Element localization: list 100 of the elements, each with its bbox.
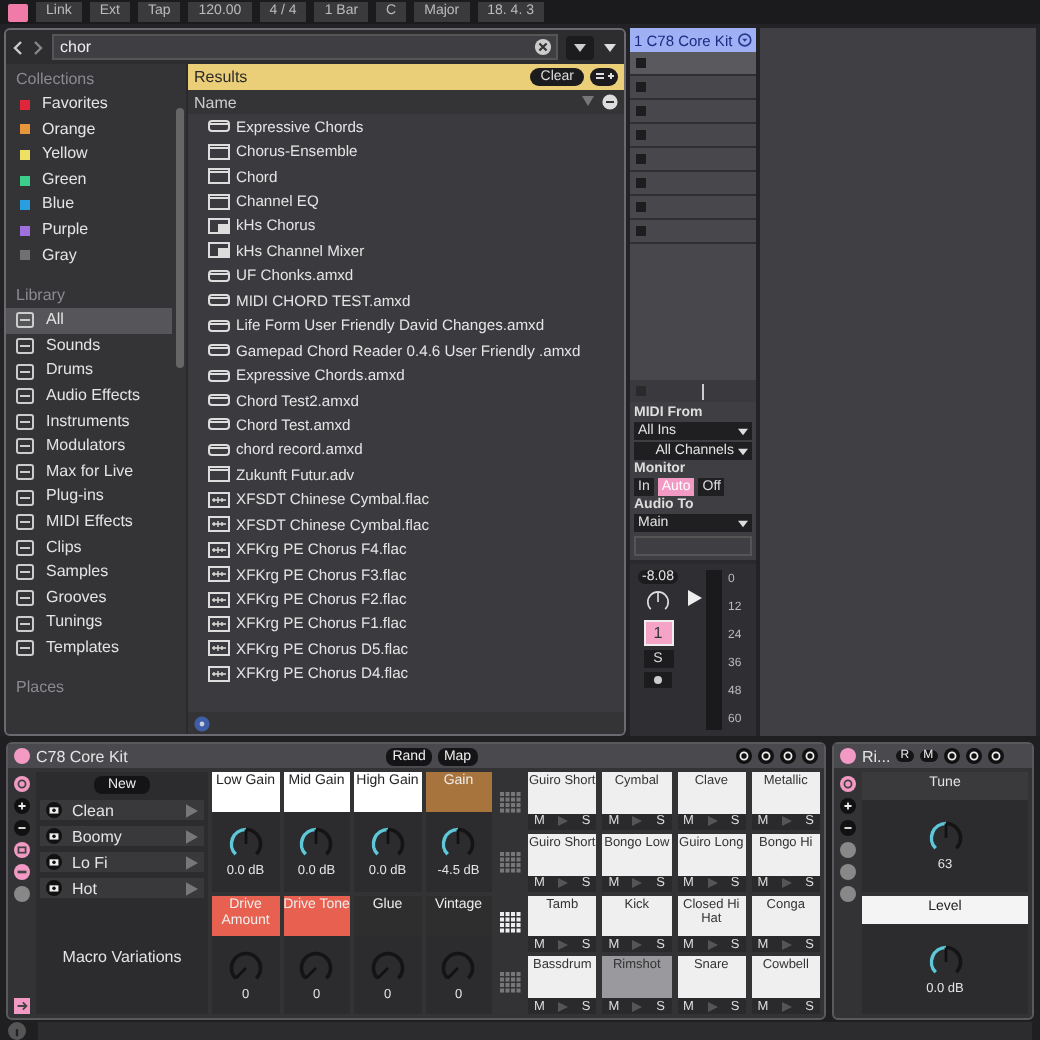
device-icon: [208, 292, 230, 309]
sidebar-item[interactable]: Templates: [6, 635, 172, 661]
clip-slot[interactable]: [630, 100, 756, 124]
sample-icon: [208, 541, 230, 558]
device-power-icon[interactable]: [14, 748, 30, 764]
sidebar-item[interactable]: Purple: [42, 217, 89, 244]
filter-icon[interactable]: [566, 35, 594, 59]
sidebar-item[interactable]: Instruments: [6, 409, 172, 435]
clip-area: [630, 244, 756, 380]
sidebar-item[interactable]: Orange: [42, 117, 96, 143]
sample-icon: [208, 640, 230, 657]
plus-icon[interactable]: [840, 798, 856, 814]
sidebar-item[interactable]: Yellow: [42, 142, 88, 168]
sample-icon: [208, 665, 230, 682]
section-title: Collections: [14, 68, 97, 92]
sample-icon: [208, 516, 230, 533]
window-icon: [208, 143, 230, 160]
category-icon: [16, 539, 34, 556]
plugin-icon: [208, 217, 230, 234]
sidebar-item[interactable]: MIDI Effects: [6, 509, 172, 535]
dropdown-icon[interactable]: [602, 41, 618, 53]
device-title: C78 Core Kit: [36, 747, 128, 765]
category-icon: [16, 438, 34, 455]
camera-icon[interactable]: [46, 854, 62, 870]
category-icon: [16, 464, 34, 481]
caret-icon: [738, 447, 748, 455]
back-icon[interactable]: [12, 39, 24, 55]
category-icon: [16, 413, 34, 430]
camera-icon[interactable]: [46, 828, 62, 844]
minus-icon[interactable]: [840, 820, 856, 836]
clear-search-icon[interactable]: [534, 38, 552, 56]
sidebar-item[interactable]: Sounds: [6, 333, 172, 359]
chain-icon[interactable]: [840, 776, 856, 792]
sidebar-item[interactable]: Plug-ins: [6, 484, 172, 510]
plus-icon[interactable]: [14, 798, 30, 814]
clip-slot[interactable]: [630, 148, 756, 172]
category-icon: [16, 312, 34, 329]
window-icon: [208, 193, 230, 210]
minus-icon[interactable]: [602, 94, 618, 110]
chain-icon[interactable]: [14, 776, 30, 792]
record-arm-icon[interactable]: [644, 672, 672, 688]
device-icon: [208, 267, 230, 284]
scrollbar[interactable]: [176, 108, 184, 368]
clip-slot[interactable]: [630, 124, 756, 148]
device-power-icon[interactable]: [840, 748, 856, 764]
sample-icon: [208, 491, 230, 508]
track-activator-button[interactable]: 1: [643, 620, 673, 646]
device-icon: [208, 317, 230, 334]
volume-fader-thumb[interactable]: [688, 589, 702, 606]
sidebar-item[interactable]: Clips: [6, 535, 172, 561]
clip-slot[interactable]: [630, 172, 756, 196]
sidebar-item[interactable]: Max for Live: [6, 459, 172, 485]
preview-icon[interactable]: [194, 715, 210, 731]
category-icon: [16, 338, 34, 355]
category-icon: [16, 564, 34, 581]
sidebar-item[interactable]: Blue: [42, 192, 75, 218]
sidebar-item[interactable]: Green: [42, 167, 87, 193]
category-icon: [16, 489, 34, 506]
forward-icon[interactable]: [32, 39, 44, 55]
category-icon: [16, 388, 34, 405]
plugin-icon: [208, 242, 230, 259]
caret-icon: [738, 519, 748, 527]
sample-icon: [208, 615, 230, 632]
pad-bank-icon[interactable]: [499, 912, 521, 935]
sidebar-item[interactable]: All: [6, 308, 172, 334]
clip-slot[interactable]: [630, 52, 756, 76]
sidebar-item[interactable]: Drums: [6, 358, 172, 384]
camera-icon[interactable]: [46, 880, 62, 896]
window-icon: [208, 466, 230, 483]
expand-icon[interactable]: [14, 998, 30, 1014]
sidebar-item[interactable]: Modulators: [6, 434, 172, 460]
section-title: Library: [14, 284, 67, 309]
sidebar-item[interactable]: Tunings: [6, 610, 172, 636]
clip-slot[interactable]: [630, 76, 756, 100]
sidebar-item[interactable]: Gray: [42, 243, 77, 269]
camera-icon[interactable]: [46, 802, 62, 818]
add-list-icon[interactable]: [590, 68, 618, 86]
column-header[interactable]: Name: [194, 93, 237, 111]
device-icon: [208, 441, 230, 458]
device-title: Ri...: [862, 747, 891, 765]
clip-slot[interactable]: [630, 196, 756, 220]
section-title: Places: [14, 676, 67, 701]
info-icon[interactable]: [8, 1021, 26, 1039]
sidebar-item[interactable]: Samples: [6, 560, 172, 586]
sidebar-item[interactable]: Favorites: [42, 92, 108, 118]
device-icon: [208, 392, 230, 409]
sidebar-item[interactable]: Grooves: [6, 585, 172, 611]
category-icon: [16, 615, 34, 632]
device-icon: [208, 416, 230, 433]
clip-slot[interactable]: [630, 220, 756, 244]
minus-icon[interactable]: [14, 820, 30, 836]
app-logo-icon: [8, 3, 28, 21]
sidebar-item[interactable]: Audio Effects: [6, 383, 172, 410]
category-icon: [16, 589, 34, 606]
device-icon: [208, 367, 230, 384]
search-field[interactable]: chor: [52, 34, 558, 60]
sample-icon: [208, 566, 230, 583]
panel-label: Macro Variations: [60, 946, 184, 970]
category-icon: [16, 514, 34, 531]
dropdown-icon[interactable]: [738, 32, 752, 48]
